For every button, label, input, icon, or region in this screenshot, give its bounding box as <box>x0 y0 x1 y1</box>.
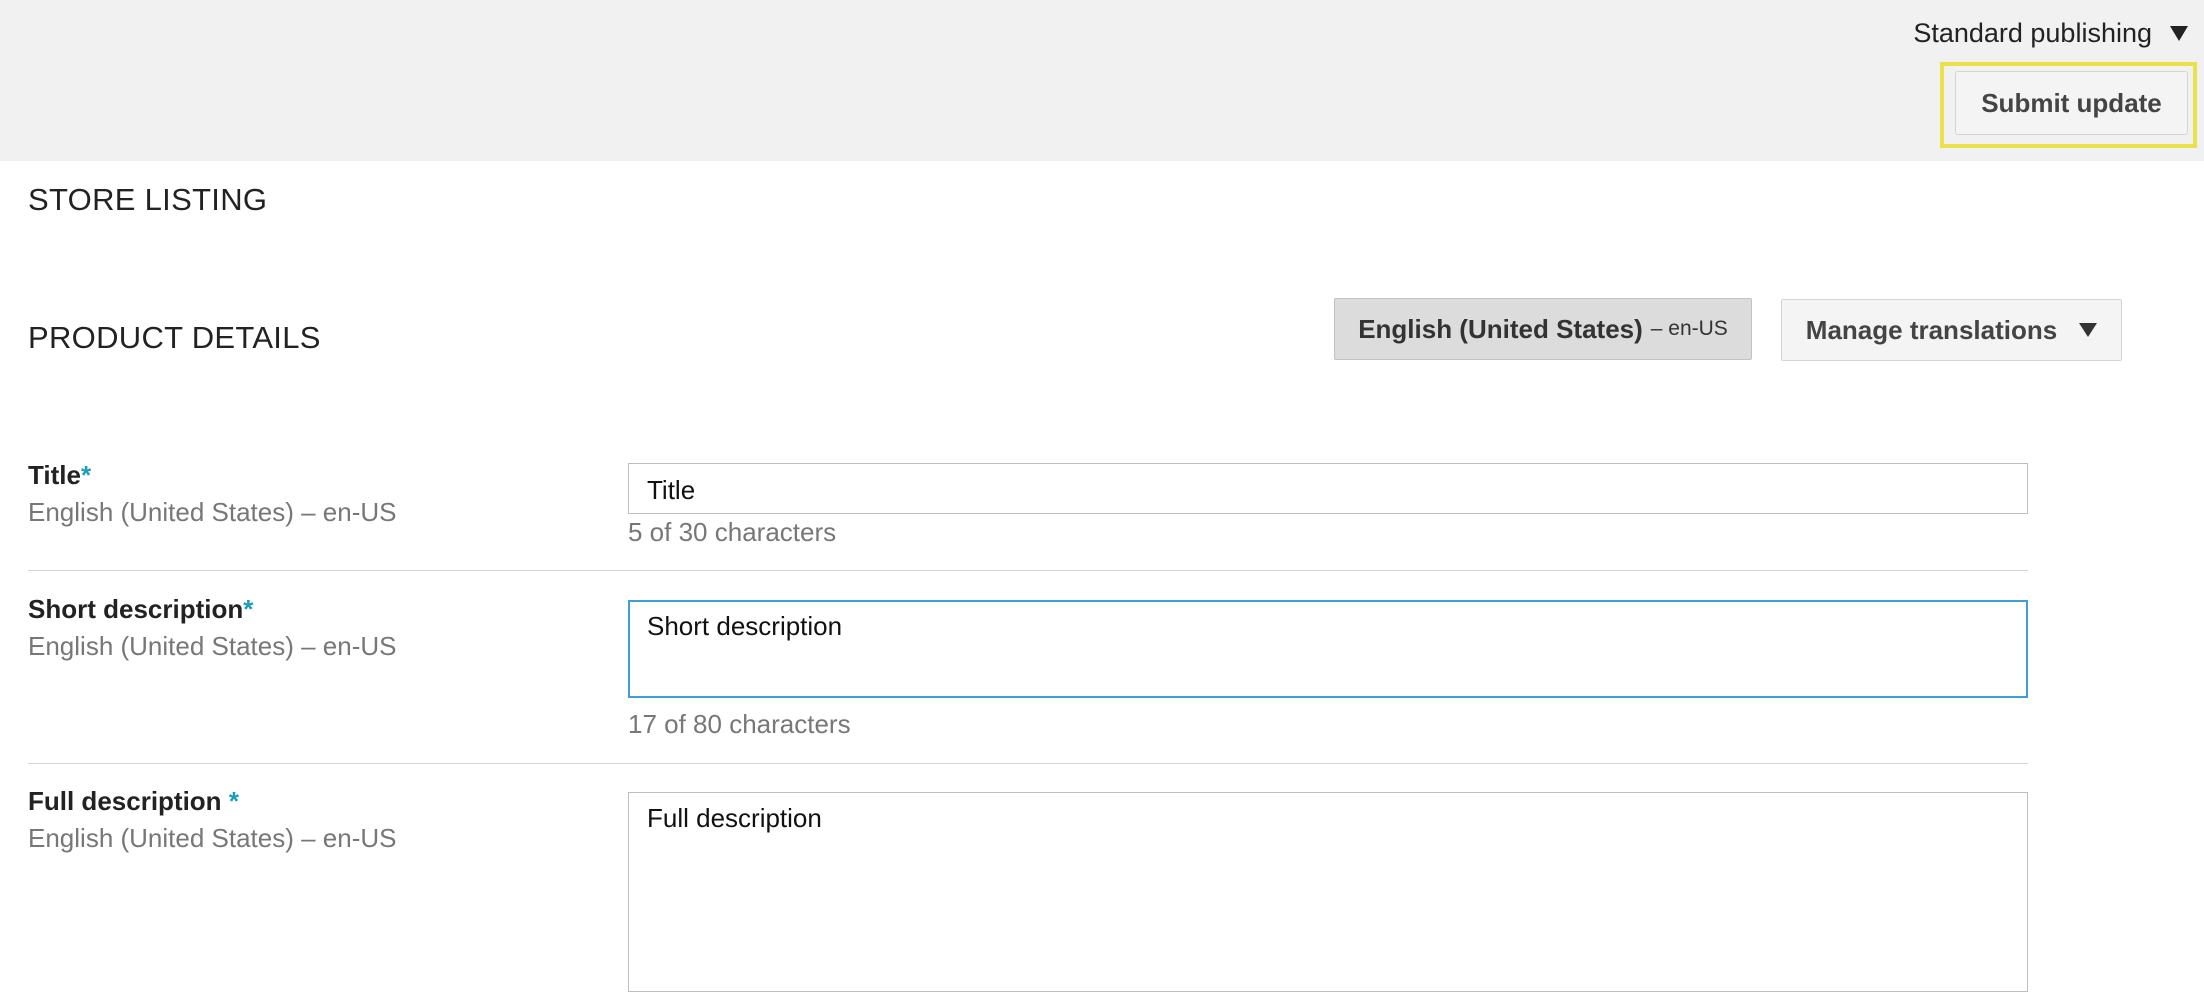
language-button-code: – en-US <box>1650 317 1728 340</box>
publishing-mode-label: Standard publishing <box>1913 18 2152 48</box>
store-listing-heading: STORE LISTING <box>28 182 268 217</box>
dropdown-caret-icon <box>2170 26 2188 41</box>
product-details-heading: PRODUCT DETAILS <box>28 320 321 355</box>
full-description-label-text: Full description <box>28 786 222 816</box>
title-character-counter: 5 of 30 characters <box>628 517 837 547</box>
required-mark: * <box>80 460 92 490</box>
publishing-mode-dropdown[interactable]: Standard publishing <box>1913 18 2188 49</box>
full-description-input[interactable]: Full description <box>628 792 2028 992</box>
required-mark: * <box>228 786 239 816</box>
manage-translations-label: Manage translations <box>1805 314 2058 345</box>
short-description-language: English (United States) – en-US <box>28 631 397 661</box>
title-input[interactable]: Title <box>628 463 2028 514</box>
dropdown-caret-icon <box>2079 323 2098 337</box>
full-description-label: Full description * <box>28 786 239 817</box>
short-description-label: Short description* <box>28 594 253 625</box>
language-button[interactable]: English (United States) – en-US <box>1334 298 1752 360</box>
full-description-language: English (United States) – en-US <box>28 823 397 853</box>
manage-translations-button[interactable]: Manage translations <box>1781 299 2122 361</box>
title-label: Title* <box>28 460 91 491</box>
field-divider <box>28 570 2028 571</box>
required-mark: * <box>243 594 254 624</box>
short-description-input[interactable]: Short description <box>628 600 2028 698</box>
language-button-name: English (United States) <box>1358 313 1643 344</box>
submit-update-button[interactable]: Submit update <box>1955 71 2188 135</box>
title-language: English (United States) – en-US <box>28 497 397 527</box>
short-description-label-text: Short description <box>28 594 244 624</box>
short-description-character-counter: 17 of 80 characters <box>628 709 851 739</box>
title-label-text: Title <box>28 460 81 490</box>
field-divider <box>28 763 2028 764</box>
top-bar: Standard publishing Submit update <box>0 0 2204 161</box>
